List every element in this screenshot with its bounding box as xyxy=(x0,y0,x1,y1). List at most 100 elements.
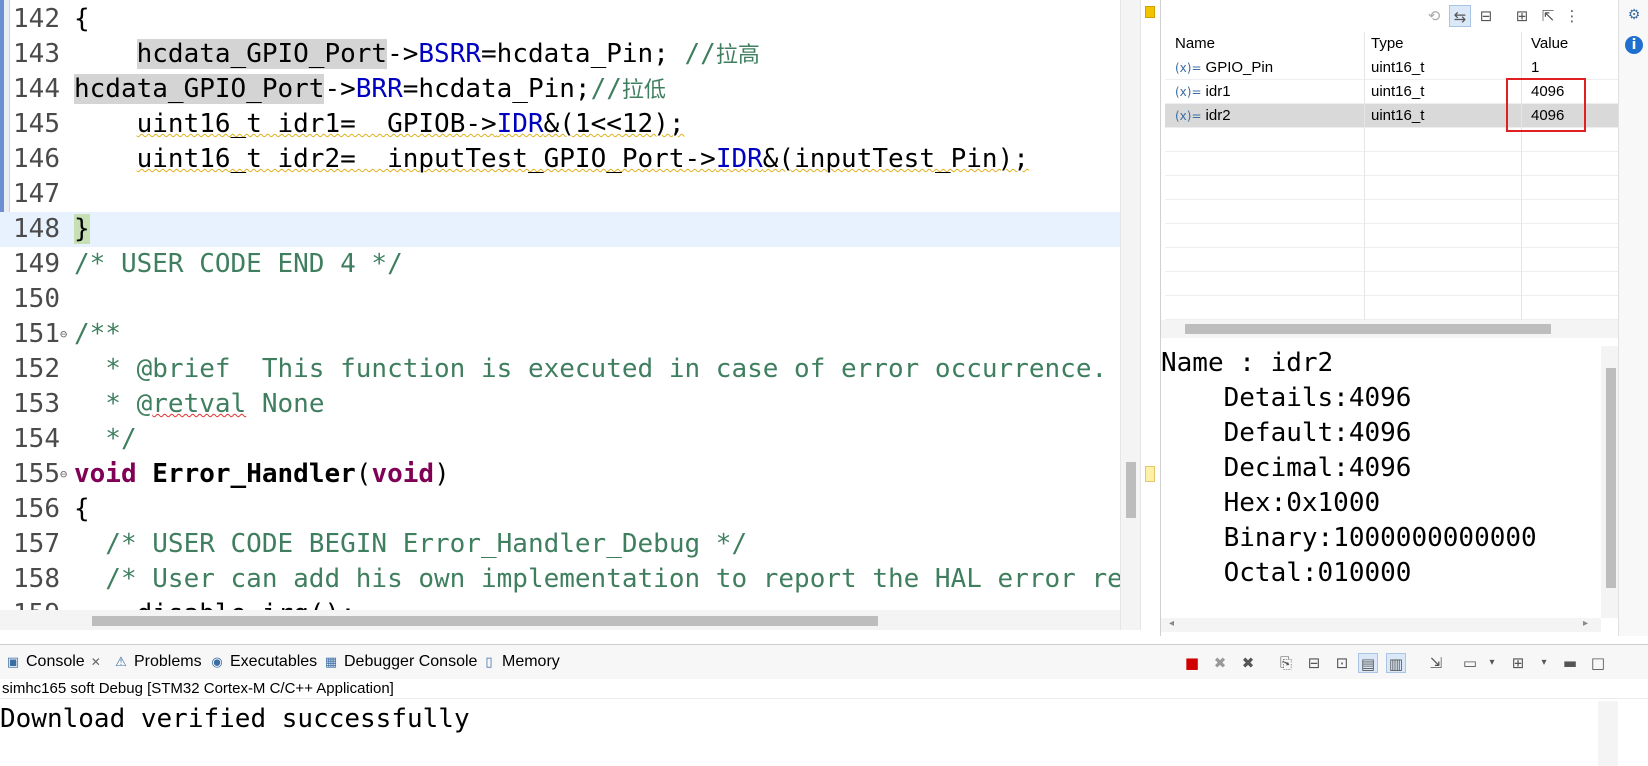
scrollbar-thumb[interactable] xyxy=(1606,368,1616,588)
variable-value[interactable]: 4096 xyxy=(1531,104,1564,128)
occurrence-marker[interactable] xyxy=(1145,466,1155,482)
tab-console[interactable]: ▣ Console ✕ xyxy=(4,651,101,673)
code-token: { xyxy=(74,494,90,524)
tab-label: Memory xyxy=(502,653,560,670)
code-token: /* User can add his own implementation t… xyxy=(105,564,1120,594)
show-type-names-icon[interactable]: ⇆ xyxy=(1449,5,1471,27)
remove-launch-icon[interactable]: ✖ xyxy=(1210,653,1230,673)
console-output[interactable]: Download verified successfully xyxy=(0,701,1600,741)
scrollbar-thumb[interactable] xyxy=(1126,462,1136,518)
code-line[interactable]: 152 * @brief This function is executed i… xyxy=(0,352,1120,387)
variable-icon: (x)= xyxy=(1175,61,1202,75)
variable-row[interactable]: (x)= idr1 uint16_t 4096 xyxy=(1165,80,1625,104)
variable-row[interactable]: (x)= GPIO_Pin uint16_t 1 xyxy=(1165,56,1625,80)
code-line[interactable]: 145 uint16_t idr1= GPIOB->IDR&(1<<12); xyxy=(0,107,1120,142)
code-token: // xyxy=(590,74,622,104)
collapse-all-icon[interactable]: ⊟ xyxy=(1475,5,1497,27)
variable-value[interactable]: 1 xyxy=(1531,56,1539,80)
column-divider[interactable] xyxy=(1364,32,1365,322)
line-code: void Error_Handler(void) xyxy=(74,457,450,492)
variables-horizontal-scrollbar[interactable] xyxy=(1161,320,1641,338)
detail-line: Octal:010000 xyxy=(1161,558,1412,588)
tab-memory[interactable]: ▯ Memory xyxy=(480,651,560,673)
variable-details-pane[interactable]: Name : idr2 Details:4096 Default:4096 De… xyxy=(1161,346,1601,618)
variable-row[interactable]: (x)= idr2 uint16_t 4096 xyxy=(1165,104,1625,128)
remove-all-icon[interactable]: ✖ xyxy=(1238,653,1258,673)
scrollbar-thumb[interactable] xyxy=(1185,324,1551,334)
chevron-down-icon[interactable]: ▾ xyxy=(1534,653,1554,673)
code-line[interactable]: 151 ⊖/** xyxy=(0,317,1120,352)
info-icon[interactable]: i xyxy=(1625,36,1643,54)
pin-console-icon[interactable]: ⇲ xyxy=(1426,653,1446,673)
scroll-right-icon[interactable]: ▸ xyxy=(1583,618,1588,629)
variable-type: uint16_t xyxy=(1371,83,1425,100)
code-line[interactable]: 143 hcdata_GPIO_Port->BSRR=hcdata_Pin; /… xyxy=(0,37,1120,72)
editor-horizontal-scrollbar[interactable] xyxy=(0,610,1120,630)
fold-toggle-icon[interactable]: ⊖ xyxy=(60,317,67,352)
maximize-icon[interactable]: □ xyxy=(1588,653,1608,673)
code-line[interactable]: 158 /* User can add his own implementati… xyxy=(0,562,1120,597)
code-line[interactable]: 156 { xyxy=(0,492,1120,527)
variable-name-cell: (x)= idr2 xyxy=(1175,104,1231,128)
code-editor[interactable]: 142{143 hcdata_GPIO_Port->BSRR=hcdata_Pi… xyxy=(0,0,1120,630)
details-horizontal-scrollbar[interactable]: ◂ ▸ xyxy=(1161,618,1601,632)
column-name-header[interactable]: Name xyxy=(1175,32,1215,56)
line-number: 148 xyxy=(13,214,60,244)
console-tab-bar: ▣ Console ✕ ⚠ Problems ◉ Executables ▦ Debugger … xyxy=(0,645,1648,679)
launch-description: simhc165 soft Debug [STM32 Cortex-M C/C+… xyxy=(0,679,1648,699)
column-value-header[interactable]: Value xyxy=(1531,32,1568,56)
terminate-icon[interactable]: ■ xyxy=(1182,653,1202,673)
chevron-down-icon[interactable]: ▾ xyxy=(1482,653,1502,673)
debugger-console-icon: ▦ xyxy=(324,655,338,670)
code-line[interactable]: 149 /* USER CODE END 4 */ xyxy=(0,247,1120,282)
word-wrap-icon[interactable]: ⊡ xyxy=(1332,653,1352,673)
tab-problems[interactable]: ⚠ Problems xyxy=(112,651,202,673)
minimize-icon[interactable]: ▬ xyxy=(1560,653,1580,673)
code-line[interactable]: 142 { xyxy=(0,2,1120,37)
code-line[interactable]: 153 * @retval None xyxy=(0,387,1120,422)
scroll-lock-icon[interactable]: ⊟ xyxy=(1304,653,1324,673)
tab-executables[interactable]: ◉ Executables xyxy=(208,651,317,673)
code-line[interactable]: 146 uint16_t idr2= inputTest_GPIO_Port->… xyxy=(0,142,1120,177)
code-token: /* USER CODE END 4 */ xyxy=(74,249,403,279)
code-line[interactable]: 150 xyxy=(0,282,1120,317)
close-icon[interactable]: ✕ xyxy=(91,655,101,669)
code-token: ( xyxy=(355,459,372,489)
variable-type: uint16_t xyxy=(1371,59,1425,76)
empty-row xyxy=(1165,128,1625,152)
overview-ruler[interactable] xyxy=(1140,0,1160,630)
variable-value[interactable]: 4096 xyxy=(1531,80,1564,104)
code-line[interactable]: 157 /* USER CODE BEGIN Error_Handler_Deb… xyxy=(0,527,1120,562)
column-type-header[interactable]: Type xyxy=(1371,32,1404,56)
tab-label: Problems xyxy=(134,653,202,670)
empty-row xyxy=(1165,200,1625,224)
new-expression-icon[interactable]: ⊞ xyxy=(1511,5,1533,27)
column-divider[interactable] xyxy=(1521,32,1522,322)
line-number: 147 xyxy=(13,179,60,209)
executables-icon: ◉ xyxy=(211,655,223,670)
fold-toggle-icon[interactable]: ⊖ xyxy=(60,457,67,492)
warning-marker[interactable] xyxy=(1145,6,1155,18)
code-line[interactable]: 148} xyxy=(0,212,1120,247)
editor-vertical-scrollbar[interactable] xyxy=(1120,0,1140,630)
open-console-icon[interactable]: ⊞ xyxy=(1508,653,1528,673)
export-icon[interactable]: ⇱ xyxy=(1537,5,1559,27)
view-menu-icon[interactable]: ⋮ xyxy=(1561,5,1583,27)
variables-view-icon[interactable]: ⚙ xyxy=(1625,6,1643,24)
tab-debugger-console[interactable]: ▦ Debugger Console xyxy=(322,651,478,673)
scroll-left-icon[interactable]: ◂ xyxy=(1169,618,1174,629)
display-console-icon[interactable]: ▭ xyxy=(1460,653,1480,673)
line-code: hcdata_GPIO_Port->BSRR=hcdata_Pin; //拉高 xyxy=(74,37,760,73)
scrollbar-thumb[interactable] xyxy=(92,616,878,626)
console-vertical-scrollbar[interactable] xyxy=(1598,701,1618,766)
detail-line: Details:4096 xyxy=(1161,383,1412,413)
code-line[interactable]: 147 xyxy=(0,177,1120,212)
clear-console-icon[interactable]: ⎘ xyxy=(1276,653,1296,673)
collapse-icon[interactable]: ⟲ xyxy=(1423,5,1445,27)
code-line[interactable]: 154 */ xyxy=(0,422,1120,457)
code-line[interactable]: 144 hcdata_GPIO_Port->BRR=hcdata_Pin;//拉低 xyxy=(0,72,1120,107)
code-line[interactable]: 155 ⊖ void Error_Handler(void) xyxy=(0,457,1120,492)
show-on-error-icon[interactable]: ▥ xyxy=(1386,653,1406,673)
show-on-output-icon[interactable]: ▤ xyxy=(1358,653,1378,673)
